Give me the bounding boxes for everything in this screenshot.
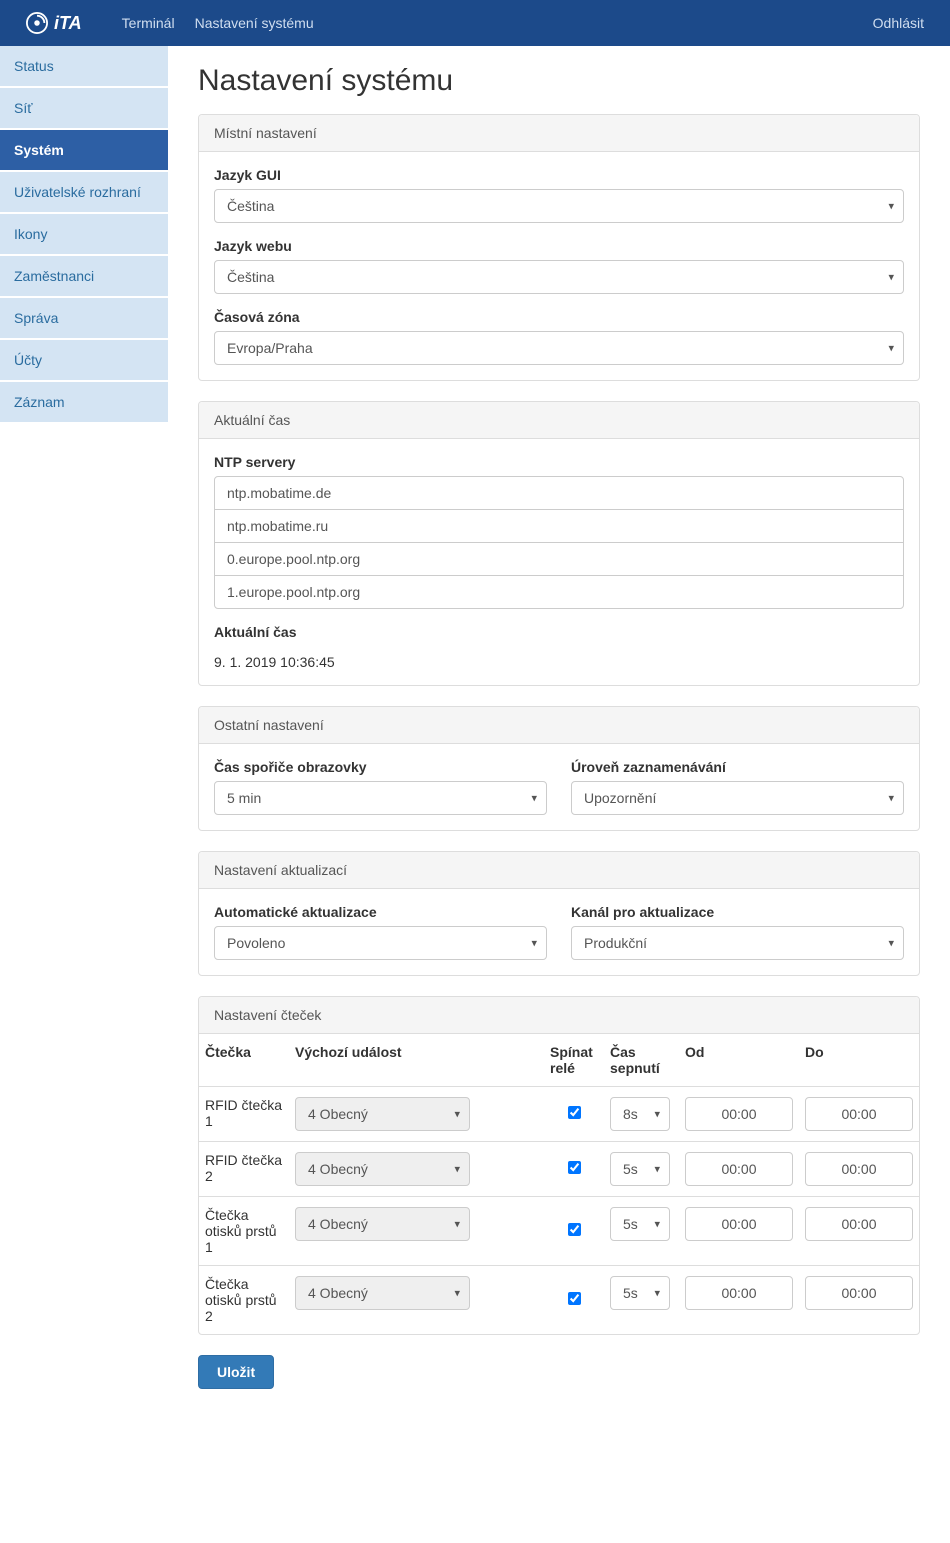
sidebar-item-accounts[interactable]: Účty [0,340,168,382]
label-timezone: Časová zóna [214,309,904,325]
col-relay: Spínat relé [544,1034,604,1087]
table-row: Čtečka otisků prstů 24 Obecný 5s [199,1266,919,1335]
page-title: Nastavení systému [198,64,920,98]
sidebar-item-admin[interactable]: Správa [0,298,168,340]
reader-name: Čtečka otisků prstů 2 [199,1266,289,1335]
to-time-input[interactable] [805,1207,913,1241]
select-timezone[interactable]: Evropa/Praha [214,331,904,365]
label-update-channel: Kanál pro aktualizace [571,904,904,920]
nav-link-settings[interactable]: Nastavení systému [185,15,324,31]
table-row: Čtečka otisků prstů 14 Obecný 5s [199,1197,919,1266]
to-time-input[interactable] [805,1152,913,1186]
select-screensaver[interactable]: 5 min [214,781,547,815]
select-switch-time[interactable]: 5s [610,1152,670,1186]
select-default-event[interactable]: 4 Obecný [295,1207,470,1241]
from-time-input[interactable] [685,1276,793,1310]
label-current-time: Aktuální čas [214,624,904,640]
reader-name: RFID čtečka 1 [199,1087,289,1142]
relay-checkbox[interactable] [568,1223,581,1236]
select-gui-language[interactable]: Čeština [214,189,904,223]
select-default-event[interactable]: 4 Obecný [295,1097,470,1131]
ntp-server-input-0[interactable] [214,476,904,510]
select-switch-time[interactable]: 5s [610,1207,670,1241]
label-gui-language: Jazyk GUI [214,167,904,183]
brand-logo-icon [26,12,48,34]
select-switch-time[interactable]: 5s [610,1276,670,1310]
to-time-input[interactable] [805,1276,913,1310]
navbar: iTA Terminál Nastavení systému Odhlásit [0,0,950,46]
ntp-server-input-2[interactable] [214,542,904,576]
col-reader: Čtečka [199,1034,289,1087]
readers-table: Čtečka Výchozí událost Spínat relé Čas s… [199,1034,919,1334]
select-web-language[interactable]: Čeština [214,260,904,294]
relay-checkbox[interactable] [568,1161,581,1174]
nav-link-terminal[interactable]: Terminál [112,15,185,31]
panel-current-time: Aktuální čas NTP servery Aktuální čas 9.… [198,401,920,686]
table-row: RFID čtečka 14 Obecný 8s [199,1087,919,1142]
to-time-input[interactable] [805,1097,913,1131]
table-row: RFID čtečka 24 Obecný 5s [199,1142,919,1197]
reader-name: Čtečka otisků prstů 1 [199,1197,289,1266]
select-loglevel[interactable]: Upozornění [571,781,904,815]
col-event: Výchozí událost [289,1034,544,1087]
from-time-input[interactable] [685,1097,793,1131]
nav-link-logout[interactable]: Odhlásit [863,15,934,31]
panel-heading-readers: Nastavení čteček [199,997,919,1034]
label-auto-updates: Automatické aktualizace [214,904,547,920]
label-loglevel: Úroveň zaznamenávání [571,759,904,775]
select-update-channel[interactable]: Produkční [571,926,904,960]
sidebar-item-system[interactable]: Systém [0,130,168,172]
col-switch-time: Čas sepnutí [604,1034,679,1087]
sidebar-item-ui[interactable]: Uživatelské rozhraní [0,172,168,214]
panel-updates: Nastavení aktualizací Automatické aktual… [198,851,920,976]
col-from: Od [679,1034,799,1087]
brand-link[interactable]: iTA [16,12,92,34]
relay-checkbox[interactable] [568,1292,581,1305]
save-button[interactable]: Uložit [198,1355,274,1389]
brand-text: iTA [54,13,82,34]
label-web-language: Jazyk webu [214,238,904,254]
from-time-input[interactable] [685,1207,793,1241]
label-screensaver: Čas spořiče obrazovky [214,759,547,775]
reader-name: RFID čtečka 2 [199,1142,289,1197]
ntp-server-input-3[interactable] [214,575,904,609]
sidebar: Status Síť Systém Uživatelské rozhraní I… [0,46,168,1407]
panel-other-settings: Ostatní nastavení Čas spořiče obrazovky … [198,706,920,831]
select-auto-updates[interactable]: Povoleno [214,926,547,960]
col-to: Do [799,1034,919,1087]
relay-checkbox[interactable] [568,1106,581,1119]
panel-heading-local: Místní nastavení [199,115,919,152]
sidebar-item-network[interactable]: Síť [0,88,168,130]
from-time-input[interactable] [685,1152,793,1186]
ntp-server-input-1[interactable] [214,509,904,543]
panel-local-settings: Místní nastavení Jazyk GUI Čeština Jazyk… [198,114,920,381]
sidebar-item-status[interactable]: Status [0,46,168,88]
panel-readers: Nastavení čteček Čtečka Výchozí událost … [198,996,920,1335]
select-default-event[interactable]: 4 Obecný [295,1152,470,1186]
panel-heading-other: Ostatní nastavení [199,707,919,744]
select-switch-time[interactable]: 8s [610,1097,670,1131]
sidebar-item-log[interactable]: Záznam [0,382,168,424]
sidebar-item-employees[interactable]: Zaměstnanci [0,256,168,298]
label-ntp-servers: NTP servery [214,454,904,470]
panel-heading-time: Aktuální čas [199,402,919,439]
current-time-value: 9. 1. 2019 10:36:45 [214,646,904,670]
sidebar-item-icons[interactable]: Ikony [0,214,168,256]
select-default-event[interactable]: 4 Obecný [295,1276,470,1310]
panel-heading-updates: Nastavení aktualizací [199,852,919,889]
